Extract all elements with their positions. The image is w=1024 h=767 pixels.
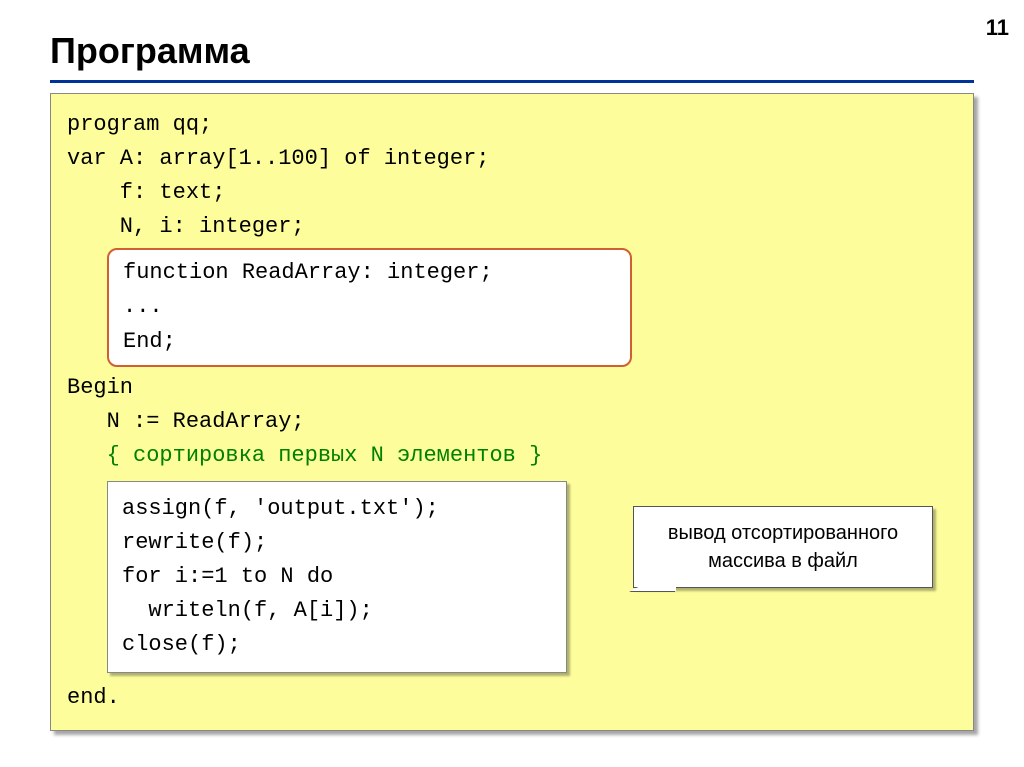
code-line: var A: array[1..100] of integer; (67, 142, 957, 176)
callout-box: вывод отсортированного массива в файл (633, 506, 933, 588)
title-underline (50, 80, 974, 83)
callout-text: вывод отсортированного массива в файл (668, 522, 898, 572)
page-number: 11 (986, 15, 1009, 41)
code-comment: { сортировка первых N элементов } (67, 439, 957, 473)
code-line: function ReadArray: integer; (123, 256, 616, 290)
code-line: N, i: integer; (67, 210, 957, 244)
code-line: program qq; (67, 108, 957, 142)
code-line: end. (67, 681, 957, 715)
code-line: ... (123, 290, 616, 324)
code-line: writeln(f, A[i]); (122, 594, 552, 628)
code-line: for i:=1 to N do (122, 560, 552, 594)
slide-title: Программа (50, 30, 974, 72)
function-box: function ReadArray: integer; ... End; (107, 248, 632, 366)
output-code-box: assign(f, 'output.txt'); rewrite(f); for… (107, 481, 567, 673)
main-code-box: program qq; var A: array[1..100] of inte… (50, 93, 974, 731)
callout-pointer-icon (630, 569, 676, 591)
code-line: Begin (67, 371, 957, 405)
code-line: assign(f, 'output.txt'); (122, 492, 552, 526)
code-line: f: text; (67, 176, 957, 210)
code-line: N := ReadArray; (67, 405, 957, 439)
code-line: close(f); (122, 628, 552, 662)
code-line: rewrite(f); (122, 526, 552, 560)
code-line: End; (123, 325, 616, 359)
